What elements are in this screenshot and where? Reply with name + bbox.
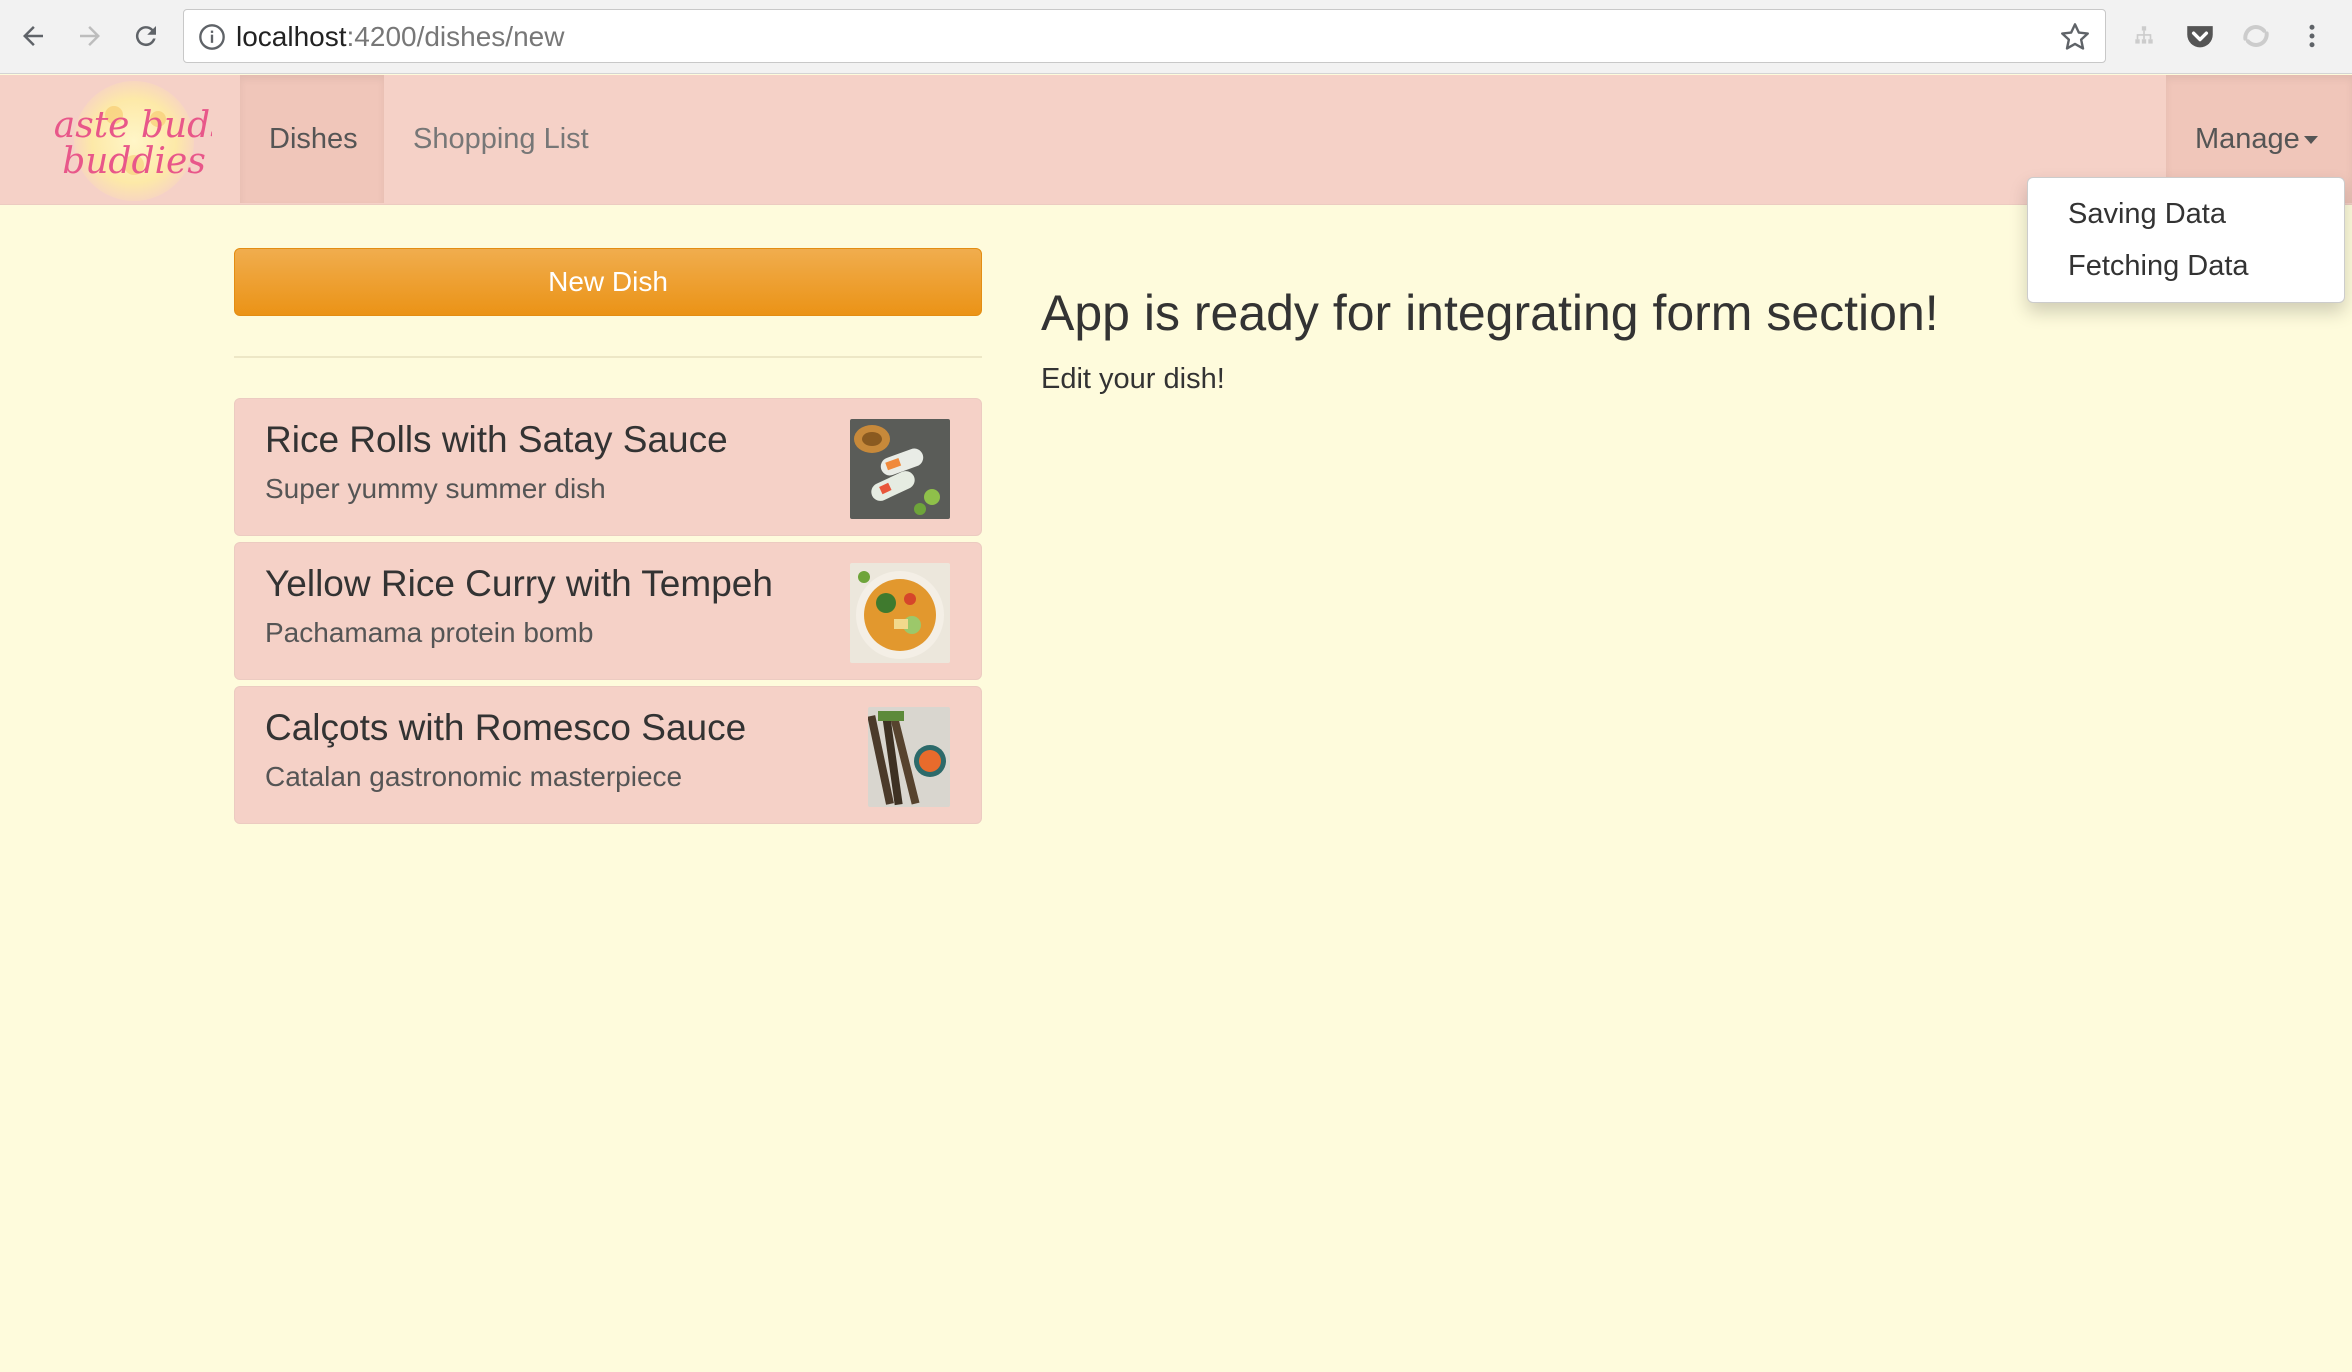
new-dish-button[interactable]: New Dish [234,248,982,316]
dish-title: Yellow Rice Curry with Tempeh [265,563,773,604]
app-navbar: taste buds buddies Dishes Shopping List … [0,75,2352,205]
arrow-right-icon [80,26,100,46]
dish-thumbnail [850,563,950,663]
bookmark-star-icon[interactable] [2059,21,2091,53]
browser-menu-icon[interactable] [2294,18,2330,54]
manage-label: Manage [2195,123,2300,155]
back-button[interactable] [13,14,53,58]
dish-title: Calçots with Romesco Sauce [265,707,747,748]
page-subtitle: Edit your dish! [1041,363,1225,395]
dish-thumbnail [850,419,950,519]
divider [234,356,982,358]
url-path: :4200/dishes/new [346,21,565,52]
dish-title: Rice Rolls with Satay Sauce [265,419,728,460]
pocket-icon[interactable] [2182,18,2218,54]
reload-icon [135,26,156,47]
dish-description: Pachamama protein bomb [265,617,594,648]
browser-toolbar: localhost:4200/dishes/new [0,0,2352,74]
menu-item-saving-data[interactable]: Saving Data [2068,198,2226,231]
forward-button[interactable] [70,14,110,58]
reload-button[interactable] [126,14,166,58]
url-host: localhost [236,21,347,52]
dish-item[interactable]: Yellow Rice Curry with Tempeh Pachamama … [234,542,982,680]
manage-dropdown-menu: Saving Data Fetching Data [2027,177,2345,303]
logo-line1: taste buds [54,105,212,146]
dish-item[interactable]: Calçots with Romesco Sauce Catalan gastr… [234,686,982,824]
extension-sitemap-icon[interactable] [2126,18,2162,54]
nav-dishes[interactable]: Dishes [240,75,384,203]
logo-line2: buddies [62,141,206,182]
url-text: localhost:4200/dishes/new [236,10,564,64]
brand-logo[interactable]: taste buds buddies [54,75,212,203]
page-title: App is ready for integrating form sectio… [1041,285,1939,341]
extension-swirl-icon[interactable] [2238,18,2274,54]
caret-down-icon [2303,136,2318,145]
dish-description: Catalan gastronomic masterpiece [265,761,683,792]
menu-item-fetching-data[interactable]: Fetching Data [2068,250,2249,283]
info-icon [199,24,225,50]
dish-thumbnail [868,707,950,807]
dish-item[interactable]: Rice Rolls with Satay Sauce Super yummy … [234,398,982,536]
arrow-left-icon [23,26,43,46]
address-bar[interactable]: localhost:4200/dishes/new [183,9,2106,63]
dish-description: Super yummy summer dish [265,473,606,504]
nav-shopping-list[interactable]: Shopping List [384,75,589,203]
